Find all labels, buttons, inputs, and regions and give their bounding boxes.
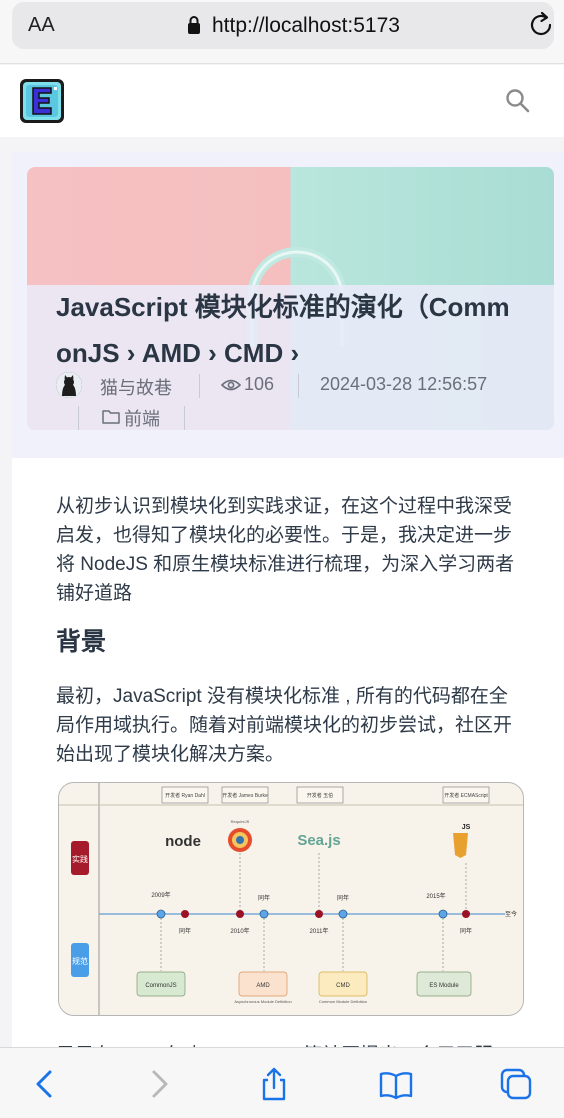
folder-icon (102, 410, 120, 424)
eye-icon (221, 379, 241, 391)
avatar[interactable] (56, 372, 82, 398)
timeline-label: 至今 (505, 910, 517, 918)
left-label-practice: 实践 (72, 854, 88, 864)
timeline-label: 2015年 (426, 892, 445, 900)
timeline-label: 2009年 (151, 891, 170, 899)
spec-box: CommonJS (145, 983, 176, 989)
reload-icon[interactable] (526, 10, 556, 40)
left-label-spec: 规范 (72, 956, 88, 966)
spec-note: Common Module Definition (319, 999, 367, 1004)
browser-toolbar (0, 1047, 564, 1118)
intro-paragraph: 从初步认识到模块化到实践求证，在这个过程中我深受启发，也得知了模块化的必要性。于… (56, 496, 515, 604)
publish-date: 2024-03-28 12:56:57 (320, 374, 488, 394)
background-paragraph: 最初，JavaScript 没有模块化标准 , 所有的代码都在全局作用域执行。随… (56, 686, 513, 765)
share-icon[interactable] (256, 1066, 292, 1102)
category-link[interactable]: 前端 (124, 405, 160, 431)
dev-tag: 开发者 Ryan Dahl (165, 792, 205, 799)
text-size-button[interactable]: AA (28, 14, 55, 37)
spec-box: CMD (336, 983, 350, 989)
bookmarks-icon[interactable] (378, 1066, 414, 1102)
spec-note: Asynchronous Module Definition (234, 999, 291, 1004)
seajs-logo: Sea.js (297, 832, 340, 849)
address-bar[interactable]: AA http://localhost:5173 (12, 2, 554, 49)
meta-divider (298, 374, 299, 398)
requirejs-logo: RequireJS (231, 819, 250, 824)
timeline-label: 同年 (258, 894, 270, 902)
back-icon[interactable] (28, 1066, 64, 1102)
timeline-label: 2011年 (310, 927, 329, 935)
module-timeline-diagram: 实践 规范 开发者 Ryan Dahl 开发者 James Burke 开发者 … (58, 782, 524, 1016)
tabs-icon[interactable] (498, 1066, 534, 1102)
site-header (0, 65, 564, 137)
meta-divider (184, 406, 185, 430)
lock-icon (188, 16, 200, 34)
view-count: 106 (244, 374, 275, 394)
meta-divider (199, 374, 200, 398)
search-icon[interactable] (504, 87, 532, 115)
timeline-label: 2010年 (230, 927, 249, 935)
dev-tag: 开发者 玉伯 (307, 792, 333, 799)
js-logo: JS (462, 824, 471, 831)
timeline-label: 同年 (337, 894, 349, 902)
node-logo: node (165, 833, 201, 850)
spec-box: ES Module (429, 983, 459, 989)
article-meta: 猫与故巷 106 2024-03-28 12:56:57 前端 (56, 372, 526, 432)
spec-box: AMD (256, 983, 270, 989)
dev-tag: 开发者 ECMAScript (444, 792, 488, 799)
article-title: JavaScript 模块化标准的演化（CommonJS › AMD › CMD… (56, 292, 510, 368)
dev-tag: 开发者 James Burke (222, 792, 268, 799)
timeline-label: 同年 (460, 927, 472, 935)
section-heading: 背景 (56, 628, 107, 656)
meta-divider (78, 406, 79, 430)
url-text[interactable]: http://localhost:5173 (212, 14, 400, 38)
article-card: JavaScript 模块化标准的演化（CommonJS › AMD › CMD… (12, 152, 564, 1066)
forward-icon[interactable] (140, 1066, 176, 1102)
timeline-svg: 实践 规范 开发者 Ryan Dahl 开发者 James Burke 开发者 … (59, 783, 523, 1015)
browser-address-area: AA http://localhost:5173 (0, 0, 564, 64)
timeline-label: 同年 (179, 927, 191, 935)
logo-icon[interactable] (18, 77, 66, 125)
author-name[interactable]: 猫与故巷 (100, 374, 172, 400)
